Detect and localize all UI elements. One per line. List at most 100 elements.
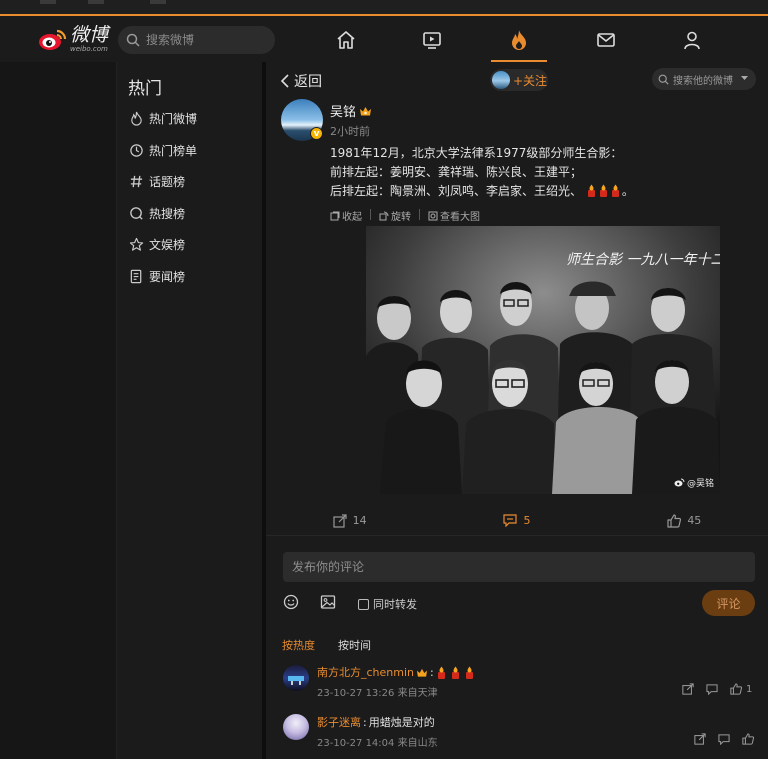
weibo-logo[interactable]: 微博 weibo.com bbox=[38, 25, 108, 52]
comment-meta: 23-10-27 13:26 来自天津 bbox=[317, 688, 438, 699]
comment-meta: 23-10-27 14:04 来自山东 bbox=[317, 738, 438, 749]
nav-home[interactable] bbox=[334, 28, 358, 52]
sidebar-item-label: 话题榜 bbox=[149, 174, 186, 189]
nav-hot[interactable] bbox=[507, 28, 531, 52]
repost-count: 14 bbox=[352, 514, 367, 527]
search-icon bbox=[126, 33, 140, 47]
image-upload-icon[interactable] bbox=[320, 594, 336, 610]
comment-button[interactable]: 5 bbox=[433, 506, 600, 535]
sidebar-item-label: 要闻榜 bbox=[149, 269, 186, 284]
sidebar-item-label: 热搜榜 bbox=[149, 206, 186, 221]
comment-actions bbox=[694, 733, 754, 745]
post-line-text: 后排左起：陶景洲、刘凤鸣、李启家、王绍光、 bbox=[330, 184, 583, 198]
follow-label: +关注 bbox=[513, 73, 548, 88]
caret-down-icon[interactable] bbox=[740, 74, 749, 82]
submit-comment-button[interactable]: 评论 bbox=[702, 590, 755, 616]
comment-author[interactable]: 影子迷离 bbox=[317, 714, 361, 730]
repost-checkbox[interactable]: 同时转发 bbox=[358, 596, 417, 612]
tab-sort-hot[interactable]: 按热度 bbox=[282, 637, 315, 653]
post-photo[interactable]: 师生合影 一九八一年十二月 @吴铭 bbox=[366, 226, 720, 494]
global-search[interactable] bbox=[118, 26, 275, 54]
video-icon bbox=[423, 32, 441, 49]
share-icon[interactable] bbox=[682, 683, 694, 695]
comment-icon bbox=[503, 514, 518, 527]
back-button[interactable]: 返回 bbox=[280, 71, 322, 91]
comment-sort-tabs: 按热度 按时间 bbox=[282, 637, 371, 653]
like-button[interactable]: 45 bbox=[601, 506, 768, 535]
view-large-button[interactable]: 查看大图 bbox=[428, 208, 488, 223]
home-icon bbox=[337, 31, 355, 49]
verified-badge-icon: v bbox=[310, 127, 323, 140]
comment-input[interactable] bbox=[292, 560, 732, 574]
commenter-avatar[interactable] bbox=[283, 665, 309, 691]
group-photo-image: 师生合影 一九八一年十二月 bbox=[366, 226, 720, 494]
comment-like[interactable]: 1 bbox=[730, 683, 752, 695]
comment-author[interactable]: 南方北方_chenmin bbox=[317, 664, 414, 680]
candle-emoji-icon bbox=[599, 184, 607, 197]
comment-icon[interactable] bbox=[706, 683, 718, 695]
tab-sort-time[interactable]: 按时间 bbox=[338, 637, 371, 653]
strip-mark bbox=[150, 0, 166, 4]
sidebar-title: 热门 bbox=[128, 79, 162, 99]
post-actions: 14 5 45 bbox=[266, 506, 768, 536]
tool-separator bbox=[370, 209, 371, 220]
clock-icon bbox=[130, 143, 143, 157]
crown-icon bbox=[416, 668, 428, 677]
author-name-row: 吴铭 bbox=[330, 101, 372, 120]
search-user-placeholder: 搜索他的微博 bbox=[673, 75, 733, 87]
repost-checkbox-label: 同时转发 bbox=[373, 598, 417, 611]
candle-emoji-icon bbox=[465, 666, 473, 679]
strip-mark bbox=[40, 0, 56, 4]
photo-watermark: @吴铭 bbox=[674, 476, 714, 489]
search-user-posts[interactable]: 搜索他的微博 bbox=[652, 68, 756, 90]
hot-flame-icon bbox=[512, 30, 526, 50]
comment-author-row: 影子迷离 : 用蜡烛是对的 bbox=[317, 714, 435, 730]
news-icon bbox=[130, 269, 142, 283]
thumbs-up-icon[interactable] bbox=[742, 733, 754, 745]
author-name[interactable]: 吴铭 bbox=[330, 101, 356, 120]
sidebar-item-hot-weibo[interactable]: 热门微博 bbox=[129, 107, 197, 129]
post-line-end: 。 bbox=[621, 184, 634, 198]
sidebar-item-entertainment[interactable]: 文娱榜 bbox=[129, 233, 185, 255]
sidebar-item-hot-search[interactable]: 热搜榜 bbox=[129, 202, 185, 224]
candle-emoji-icon bbox=[587, 184, 595, 197]
share-icon[interactable] bbox=[694, 733, 706, 745]
post-time[interactable]: 2小时前 bbox=[330, 123, 370, 139]
collapse-button[interactable]: 收起 bbox=[330, 208, 370, 223]
search-input[interactable] bbox=[146, 33, 266, 47]
post-line-last: 后排左起：陶景洲、刘凤鸣、李启家、王绍光、 。 bbox=[330, 182, 750, 201]
post-line: 1981年12月，北京大学法律系1977级部分师生合影： bbox=[330, 146, 623, 160]
sidebar-item-news[interactable]: 要闻榜 bbox=[129, 265, 185, 287]
commenter-avatar[interactable] bbox=[283, 714, 309, 740]
comment-actions: 1 bbox=[682, 683, 752, 695]
thumbs-up-icon bbox=[730, 683, 742, 695]
message-icon bbox=[597, 33, 615, 47]
candle-emoji-icon bbox=[437, 666, 445, 679]
checkbox-box[interactable] bbox=[358, 598, 369, 610]
sidebar-item-label: 热门微博 bbox=[149, 111, 198, 126]
comment-like-count: 1 bbox=[746, 683, 753, 695]
strip-mark bbox=[88, 0, 104, 4]
tool-separator bbox=[419, 209, 420, 220]
photo-caption: 师生合影 一九八一年十二月 bbox=[566, 252, 720, 268]
comment-icon[interactable] bbox=[718, 733, 730, 745]
sidebar-item-topics[interactable]: 话题榜 bbox=[129, 170, 185, 192]
zoom-image-icon bbox=[428, 211, 438, 220]
watermark-text: @吴铭 bbox=[686, 479, 714, 489]
sidebar-item-hot-list[interactable]: 热门榜单 bbox=[129, 139, 197, 161]
collapse-label: 收起 bbox=[342, 212, 362, 223]
comment-text: 用蜡烛是对的 bbox=[368, 716, 435, 729]
repost-button[interactable]: 14 bbox=[266, 506, 433, 535]
emoji-icon[interactable] bbox=[283, 594, 299, 610]
nav-messages[interactable] bbox=[594, 28, 618, 52]
nav-video[interactable] bbox=[420, 28, 444, 52]
post-detail: 返回 +关注 搜索他的微博 v 吴铭 2小时前 1981年12月，北京大学法律系… bbox=[266, 62, 768, 759]
nav-profile[interactable] bbox=[680, 28, 704, 52]
profile-icon bbox=[684, 31, 700, 50]
follow-button[interactable]: +关注 bbox=[490, 69, 548, 91]
rotate-button[interactable]: 旋转 bbox=[379, 208, 419, 223]
comment-composer[interactable] bbox=[283, 552, 755, 582]
like-count: 45 bbox=[687, 514, 702, 527]
post-text: 1981年12月，北京大学法律系1977级部分师生合影： 前排左起：姜明安、龚祥… bbox=[330, 144, 750, 201]
candle-emoji-icon bbox=[611, 184, 619, 197]
